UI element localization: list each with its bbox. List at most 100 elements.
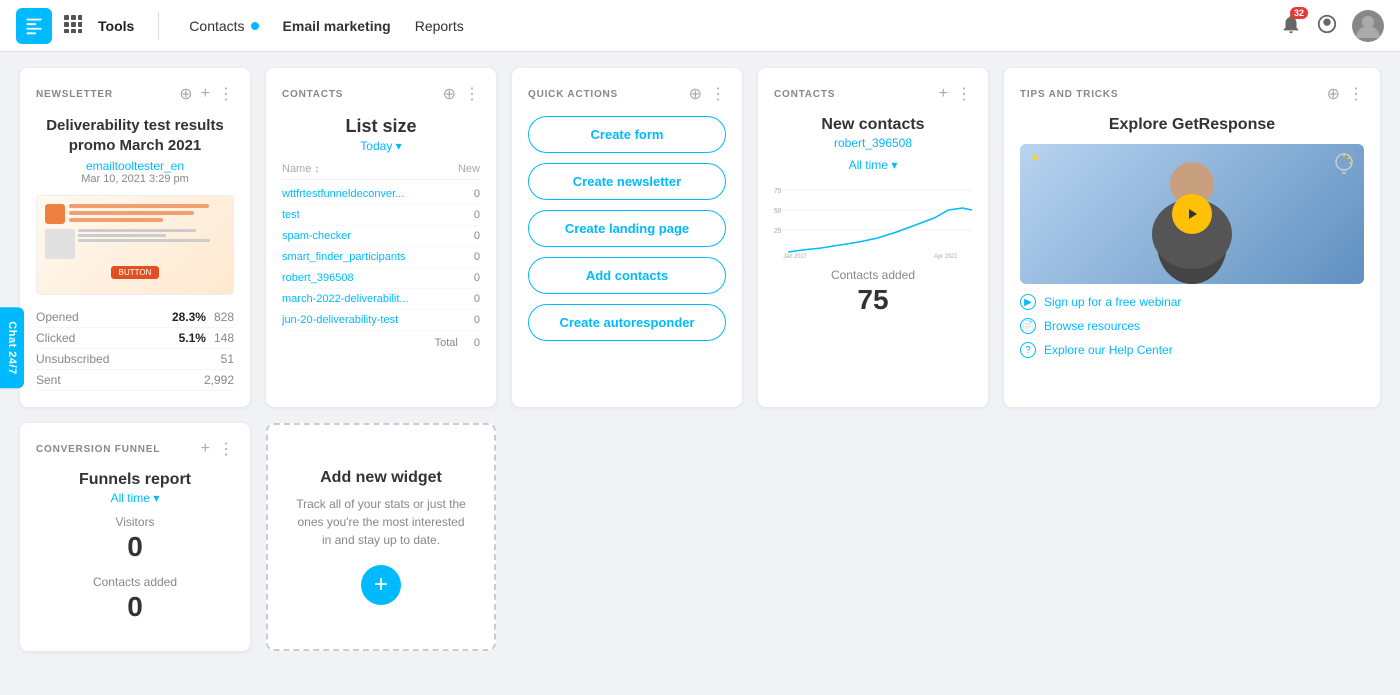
tips-resources-label: Browse resources [1044,319,1140,333]
play-button[interactable] [1172,194,1212,234]
add-contacts-button[interactable]: Add contacts [528,257,726,294]
list-item-new: 0 [474,209,480,221]
list-item: march-2022-deliverabilit... 0 [282,289,480,310]
quick-actions-widget: QUICK ACTIONS ⊕ ⋮ Create formCreate news… [512,68,742,407]
stat-count: 2,992 [204,373,234,387]
newsletter-stats: Opened 28.3% 828 Clicked 5.1% 148 Unsubs… [36,307,234,391]
add-widget: Add new widget Track all of your stats o… [266,423,496,651]
tools-label[interactable]: Tools [98,18,134,34]
tips-webinar-link[interactable]: ▶ Sign up for a free webinar [1020,294,1364,310]
stats-row: Sent 2,992 [36,370,234,391]
new-contacts-widget: CONTACTS + ⋮ New contacts robert_396508 … [758,68,988,407]
webinar-icon: ▶ [1020,294,1036,310]
stat-label: Opened [36,310,79,324]
nav-reports[interactable]: Reports [405,12,474,40]
newsletter-header: NEWSLETTER ⊕ + ⋮ [36,84,234,104]
list-item-name[interactable]: test [282,209,300,221]
tips-move-icon[interactable]: ⊕ [1327,84,1340,104]
listsize-move-icon[interactable]: ⊕ [443,84,456,104]
funnel-contacts-label: Contacts added [36,575,234,589]
user-avatar[interactable] [1352,10,1384,42]
new-contacts-user[interactable]: robert_396508 [774,136,972,150]
grid-menu-icon[interactable] [64,15,82,36]
create-form-button[interactable]: Create form [528,116,726,153]
settings-icon[interactable] [1316,13,1338,38]
app-logo[interactable] [16,8,52,44]
add-widget-button[interactable]: + [361,565,401,605]
list-item-new: 0 [474,188,480,200]
tips-title: Explore GetResponse [1020,116,1364,134]
list-item: wttfrtestfunneldeconver... 0 [282,184,480,205]
tips-links-container: ▶ Sign up for a free webinar 📄 Browse re… [1020,294,1364,358]
new-contacts-menu-icon[interactable]: ⋮ [956,84,972,104]
chat-sidebar[interactable]: Chat 24/7 [0,307,24,388]
stat-label: Unsubscribed [36,352,109,366]
list-total-label: Total [435,337,458,349]
notifications-button[interactable]: 32 [1280,13,1302,38]
listsize-section-label: CONTACTS [282,89,343,100]
nav-contacts[interactable]: Contacts [179,12,268,40]
funnel-visitors-label: Visitors [36,515,234,529]
tips-section-label: TIPS AND TRICKS [1020,89,1118,100]
funnel-time-filter[interactable]: All time ▾ [36,491,234,505]
funnel-section-label: CONVERSION FUNNEL [36,444,160,455]
listsize-filter[interactable]: Today ▾ [282,139,480,153]
newsletter-author[interactable]: emailtooltester_en [36,159,234,173]
list-item-name[interactable]: march-2022-deliverabilit... [282,293,409,305]
list-item-name[interactable]: spam-checker [282,230,351,242]
list-item: robert_396508 0 [282,268,480,289]
funnel-widget: CONVERSION FUNNEL + ⋮ Funnels report All… [20,423,250,651]
stat-count: 51 [221,352,234,366]
tips-header: TIPS AND TRICKS ⊕ ⋮ [1020,84,1364,104]
funnel-menu-icon[interactable]: ⋮ [218,439,234,459]
listsize-menu-icon[interactable]: ⋮ [464,84,480,104]
listsize-title: List size [282,116,480,137]
list-item: smart_finder_participants 0 [282,247,480,268]
list-item-name[interactable]: wttfrtestfunneldeconver... [282,188,404,200]
list-item-new: 0 [474,293,480,305]
newsletter-section-label: NEWSLETTER [36,89,113,100]
new-contacts-add-icon[interactable]: + [939,85,948,103]
topnav-right-section: 32 [1280,10,1384,42]
tips-help-link[interactable]: ? Explore our Help Center [1020,342,1364,358]
list-rows-container: wttfrtestfunneldeconver... 0 test 0 spam… [282,184,480,331]
contacts-dot [251,22,259,30]
list-total-row: Total 0 [282,337,480,349]
create-newsletter-button[interactable]: Create newsletter [528,163,726,200]
funnel-header: CONVERSION FUNNEL + ⋮ [36,439,234,459]
main-navigation: Contacts Email marketing Reports [179,12,473,40]
listsize-header: CONTACTS ⊕ ⋮ [282,84,480,104]
newsletter-widget: NEWSLETTER ⊕ + ⋮ Deliverability test res… [20,68,250,407]
nav-divider [158,12,159,40]
list-item-new: 0 [474,272,480,284]
nav-contacts-label: Contacts [189,18,244,34]
svg-text:75: 75 [774,188,782,195]
svg-text:25: 25 [774,228,782,235]
quick-menu-icon[interactable]: ⋮ [710,84,726,104]
nav-email-marketing[interactable]: Email marketing [273,12,401,40]
quick-move-icon[interactable]: ⊕ [689,84,702,104]
list-item-new: 0 [474,314,480,326]
help-icon: ? [1020,342,1036,358]
stat-value: 5.1% [179,331,206,345]
list-item-name[interactable]: jun-20-deliverability-test [282,314,398,326]
top-widget-row: NEWSLETTER ⊕ + ⋮ Deliverability test res… [20,68,1380,407]
newsletter-menu-icon[interactable]: ⋮ [218,84,234,104]
new-contacts-actions: + ⋮ [939,84,972,104]
funnel-add-icon[interactable]: + [201,440,210,458]
newsletter-add-icon[interactable]: + [201,85,210,103]
list-item-name[interactable]: robert_396508 [282,272,354,284]
svg-text:Jan 2017: Jan 2017 [783,254,806,260]
newsletter-actions: ⊕ + ⋮ [179,84,234,104]
newsletter-title: Deliverability test results promo March … [36,116,234,155]
tips-webinar-label: Sign up for a free webinar [1044,295,1181,309]
create-autoresponder-button[interactable]: Create autoresponder [528,304,726,341]
tips-resources-link[interactable]: 📄 Browse resources [1020,318,1364,334]
create-landing-page-button[interactable]: Create landing page [528,210,726,247]
tips-menu-icon[interactable]: ⋮ [1348,84,1364,104]
stats-row: Clicked 5.1% 148 [36,328,234,349]
newsletter-move-icon[interactable]: ⊕ [179,84,192,104]
list-item-name[interactable]: smart_finder_participants [282,251,406,263]
tips-actions: ⊕ ⋮ [1327,84,1364,104]
new-contacts-filter[interactable]: All time ▾ [774,158,972,172]
